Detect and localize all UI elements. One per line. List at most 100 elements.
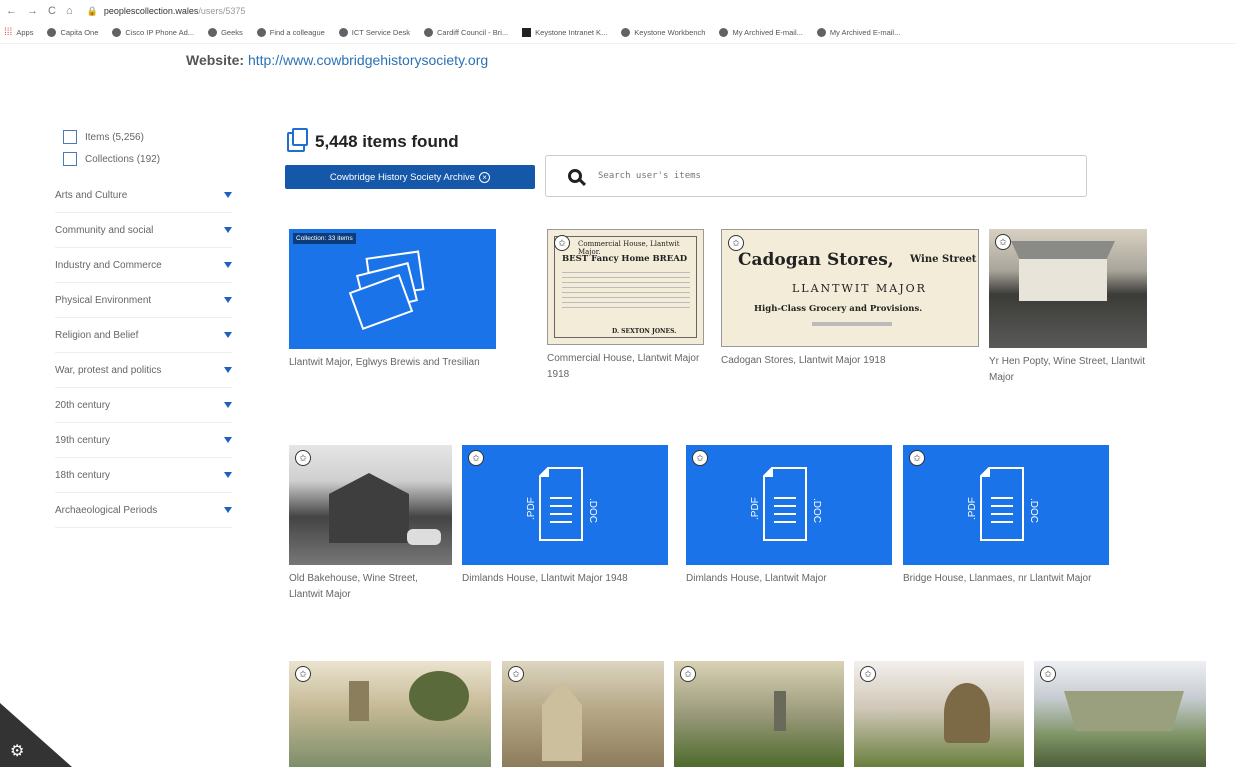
result-card[interactable]: ✩ <box>674 661 844 767</box>
facet-arts-culture[interactable]: Arts and Culture <box>55 178 232 213</box>
collections-checkbox[interactable] <box>63 152 77 166</box>
photo-thumbnail[interactable]: ✩ <box>1034 661 1206 767</box>
bookmark-item[interactable]: Geeks <box>208 28 243 37</box>
bookmark-item[interactable]: Capita One <box>47 28 98 37</box>
result-card[interactable]: ✩ <box>289 661 491 767</box>
result-card[interactable]: ✩ <box>1034 661 1206 767</box>
favorite-star-icon[interactable]: ✩ <box>680 666 696 682</box>
result-card[interactable]: Collection: 33 items Llantwit Major, Egl… <box>289 229 496 371</box>
document-thumbnail[interactable]: .PDF .DOC ✩ <box>686 445 892 565</box>
result-card[interactable]: ✩ <box>502 661 664 767</box>
photo-thumbnail[interactable]: ✩ <box>502 661 664 767</box>
active-filter-chip[interactable]: Cowbridge History Society Archive × <box>285 165 535 189</box>
photo-thumbnail[interactable]: ✩ <box>289 661 491 767</box>
caret-down-icon[interactable] <box>224 192 232 198</box>
facet-community-social[interactable]: Community and social <box>55 213 232 248</box>
card-caption[interactable]: Old Bakehouse, Wine Street, Llantwit Maj… <box>289 571 452 602</box>
card-caption[interactable]: Yr Hen Popty, Wine Street, Llantwit Majo… <box>989 354 1147 385</box>
home-icon[interactable]: ⌂ <box>66 5 73 17</box>
favorite-star-icon[interactable]: ✩ <box>1040 666 1056 682</box>
favorite-star-icon[interactable]: ✩ <box>295 450 311 466</box>
favorite-star-icon[interactable]: ✩ <box>508 666 524 682</box>
photo-thumbnail[interactable]: ✩ <box>289 445 452 565</box>
url-field[interactable]: 🔒 peoplescollection.wales/users/5375 <box>87 6 246 17</box>
favorite-star-icon[interactable]: ✩ <box>909 450 925 466</box>
result-card[interactable]: .PDF .DOC ✩ Bridge House, Llanmaes, nr L… <box>903 445 1109 587</box>
result-card[interactable]: Cadogan Stores, Wine Street LLANTWIT MAJ… <box>721 229 979 369</box>
lock-icon: 🔒 <box>86 5 98 16</box>
caret-down-icon[interactable] <box>224 227 232 233</box>
favorite-star-icon[interactable]: ✩ <box>692 450 708 466</box>
card-caption[interactable]: Bridge House, Llanmaes, nr Llantwit Majo… <box>903 571 1109 587</box>
caret-down-icon[interactable] <box>224 472 232 478</box>
facet-physical-environment[interactable]: Physical Environment <box>55 283 232 318</box>
website-link[interactable]: http://www.cowbridgehistorysociety.org <box>248 52 488 68</box>
result-card[interactable]: .PDF .DOC ✩ Dimlands House, Llantwit Maj… <box>462 445 668 587</box>
bookmark-item[interactable]: ICT Service Desk <box>338 28 410 37</box>
items-checkbox-row[interactable]: Items (5,256) <box>55 126 232 148</box>
bookmark-item[interactable]: Find a colleague <box>256 28 325 37</box>
settings-corner[interactable]: ⚙ <box>0 703 72 767</box>
result-card[interactable]: ✩ <box>854 661 1024 767</box>
search-input[interactable] <box>598 171 1018 181</box>
gear-icon[interactable]: ⚙ <box>10 741 24 761</box>
card-caption[interactable]: Llantwit Major, Eglwys Brewis and Tresil… <box>289 355 496 371</box>
result-card[interactable]: ✩ Old Bakehouse, Wine Street, Llantwit M… <box>289 445 452 602</box>
facet-list: Arts and Culture Community and social In… <box>55 178 232 528</box>
document-thumbnail[interactable]: .PDF .DOC ✩ <box>903 445 1109 565</box>
card-caption[interactable]: Commercial House, Llantwit Major 1918 <box>547 351 704 382</box>
favorite-star-icon[interactable]: ✩ <box>728 235 744 251</box>
user-items-search[interactable] <box>545 155 1087 197</box>
standing-stone <box>774 691 786 731</box>
caret-down-icon[interactable] <box>224 332 232 338</box>
haystack <box>944 683 990 743</box>
bookmark-item[interactable]: My Archived E-mail... <box>719 28 803 37</box>
facet-19th-century[interactable]: 19th century <box>55 423 232 458</box>
result-card[interactable]: .PDF .DOC ✩ Dimlands House, Llantwit Maj… <box>686 445 892 587</box>
caret-down-icon[interactable] <box>224 402 232 408</box>
back-icon[interactable]: ← <box>6 5 17 17</box>
card-caption[interactable]: Dimlands House, Llantwit Major <box>686 571 892 587</box>
bookmark-item[interactable]: Cardiff Council - Bri... <box>424 28 508 37</box>
reload-icon[interactable]: C <box>48 5 56 17</box>
card-caption[interactable]: Cadogan Stores, Llantwit Major 1918 <box>721 353 979 369</box>
document-thumbnail[interactable]: .PDF .DOC ✩ <box>462 445 668 565</box>
collection-thumbnail[interactable]: Collection: 33 items <box>289 229 496 349</box>
card-caption[interactable]: Dimlands House, Llantwit Major 1948 <box>462 571 668 587</box>
photo-thumbnail[interactable]: ✩ <box>989 229 1147 348</box>
favorite-star-icon[interactable]: ✩ <box>554 235 570 251</box>
caret-down-icon[interactable] <box>224 262 232 268</box>
result-card[interactable]: Commercial House, Llantwit Major. BEST F… <box>547 229 704 382</box>
photo-thumbnail[interactable]: ✩ <box>854 661 1024 767</box>
result-card[interactable]: ✩ Yr Hen Popty, Wine Street, Llantwit Ma… <box>989 229 1147 385</box>
caret-down-icon[interactable] <box>224 507 232 513</box>
facet-20th-century[interactable]: 20th century <box>55 388 232 423</box>
facet-18th-century[interactable]: 18th century <box>55 458 232 493</box>
chapel-sketch <box>542 681 582 761</box>
facet-war-protest-politics[interactable]: War, protest and politics <box>55 353 232 388</box>
facet-industry-commerce[interactable]: Industry and Commerce <box>55 248 232 283</box>
items-checkbox[interactable] <box>63 130 77 144</box>
favorite-star-icon[interactable]: ✩ <box>995 234 1011 250</box>
caret-down-icon[interactable] <box>224 367 232 373</box>
favorite-star-icon[interactable]: ✩ <box>860 666 876 682</box>
collections-checkbox-row[interactable]: Collections (192) <box>55 148 232 170</box>
bookmark-item[interactable]: Keystone Intranet K... <box>522 28 607 37</box>
caret-down-icon[interactable] <box>224 437 232 443</box>
newspaper-ad-thumbnail[interactable]: Commercial House, Llantwit Major. BEST F… <box>547 229 704 345</box>
remove-filter-icon[interactable]: × <box>479 171 491 183</box>
search-icon[interactable] <box>568 169 582 183</box>
newspaper-ad-thumbnail[interactable]: Cadogan Stores, Wine Street LLANTWIT MAJ… <box>721 229 979 347</box>
favorite-star-icon[interactable]: ✩ <box>295 666 311 682</box>
facet-religion-belief[interactable]: Religion and Belief <box>55 318 232 353</box>
caret-down-icon[interactable] <box>224 297 232 303</box>
forward-icon[interactable]: → <box>27 5 38 17</box>
bookmark-item[interactable]: Keystone Workbench <box>621 28 705 37</box>
bookmark-apps[interactable]: ⁞⁞⁞ Apps <box>4 27 33 38</box>
favorite-star-icon[interactable]: ✩ <box>468 450 484 466</box>
photo-thumbnail[interactable]: ✩ <box>674 661 844 767</box>
facet-archaeological-periods[interactable]: Archaeological Periods <box>55 493 232 528</box>
bookmark-item[interactable]: My Archived E-mail... <box>816 28 900 37</box>
bookmark-item[interactable]: Cisco IP Phone Ad... <box>112 28 194 37</box>
filter-sidebar: Items (5,256) Collections (192) Arts and… <box>55 126 232 528</box>
